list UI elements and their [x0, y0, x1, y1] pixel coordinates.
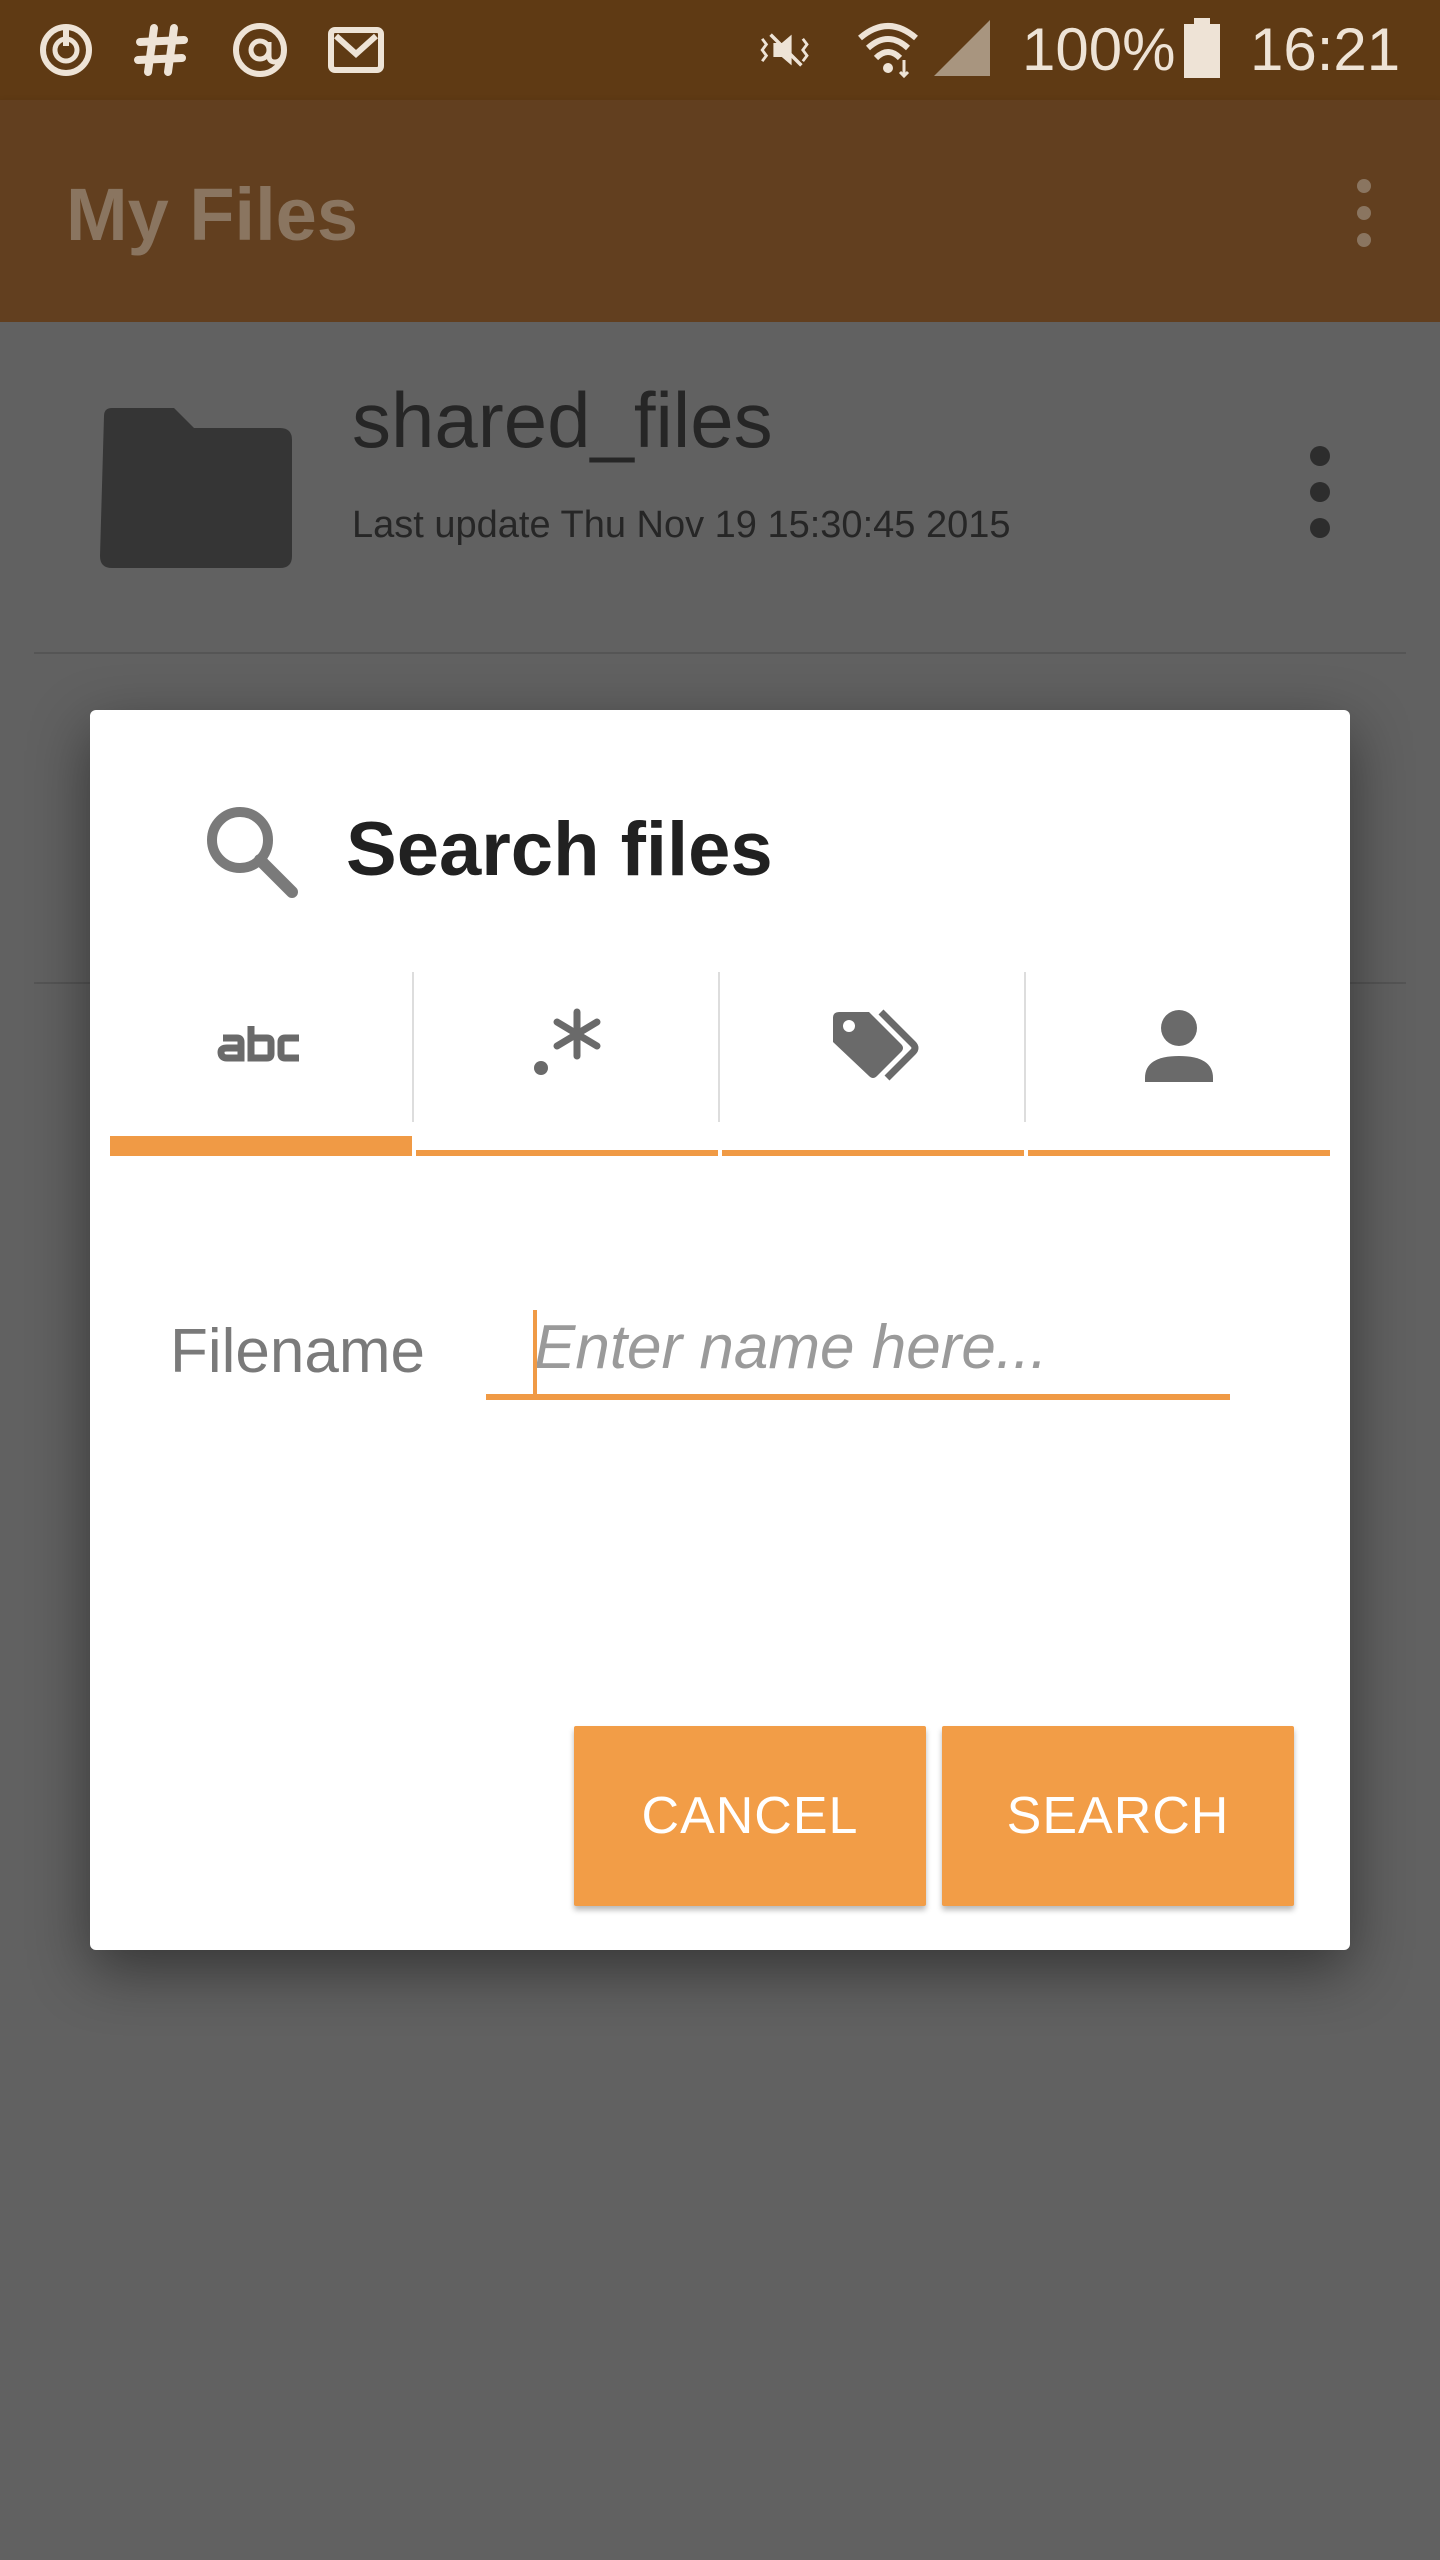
tab-indicator — [722, 1150, 1024, 1156]
search-button[interactable]: SEARCH — [942, 1726, 1294, 1906]
item-overflow-icon[interactable] — [1300, 442, 1340, 542]
app-title: My Files — [66, 173, 358, 256]
person-icon — [1145, 1010, 1213, 1082]
at-icon — [233, 23, 287, 77]
regex-icon — [534, 1008, 601, 1075]
tab-indicator — [1028, 1150, 1330, 1156]
abc-text-icon — [217, 1026, 299, 1062]
cancel-button[interactable]: CANCEL — [574, 1726, 926, 1906]
tab-indicator — [416, 1150, 718, 1156]
battery-icon — [1184, 18, 1220, 78]
sync-icon — [40, 24, 92, 76]
tag-icon — [833, 1009, 919, 1081]
mail-icon — [328, 27, 384, 73]
filename-label: Filename — [170, 1317, 425, 1386]
search-dialog: Search files Filename Enter name here...… — [90, 710, 1350, 1950]
hash-icon — [134, 24, 188, 76]
tab-regex[interactable] — [416, 962, 720, 1156]
vibrate-icon — [760, 33, 809, 67]
tab-separator — [1024, 972, 1026, 1122]
tab-owner[interactable] — [1028, 962, 1330, 1156]
item-subtitle: Last update Thu Nov 19 15:30:45 2015 — [352, 504, 1011, 546]
dialog-title: Search files — [346, 807, 773, 892]
wifi-icon — [858, 23, 918, 79]
search-icon — [207, 807, 298, 898]
screen: 100% 16:21 My Files shared_files Last up… — [0, 0, 1440, 2560]
filename-input[interactable] — [486, 1300, 1230, 1400]
item-name: shared_files — [352, 376, 773, 464]
battery-percent: 100% — [1022, 16, 1176, 83]
app-bar: My Files — [0, 100, 1440, 322]
status-bar: 100% 16:21 — [0, 0, 1440, 100]
search-mode-tabs — [110, 962, 1330, 1156]
folder-icon — [100, 408, 292, 568]
list-item[interactable]: shared_files Last update Thu Nov 19 15:3… — [0, 322, 1440, 652]
text-caret — [533, 1310, 537, 1396]
divider — [34, 652, 1406, 654]
overflow-menu-icon[interactable] — [1344, 178, 1384, 248]
tab-separator — [412, 972, 414, 1122]
clock: 16:21 — [1250, 16, 1401, 83]
tab-tags[interactable] — [722, 962, 1026, 1156]
tab-filename[interactable] — [110, 962, 414, 1156]
signal-icon — [934, 20, 990, 76]
tab-indicator — [110, 1136, 412, 1156]
tab-separator — [718, 972, 720, 1122]
